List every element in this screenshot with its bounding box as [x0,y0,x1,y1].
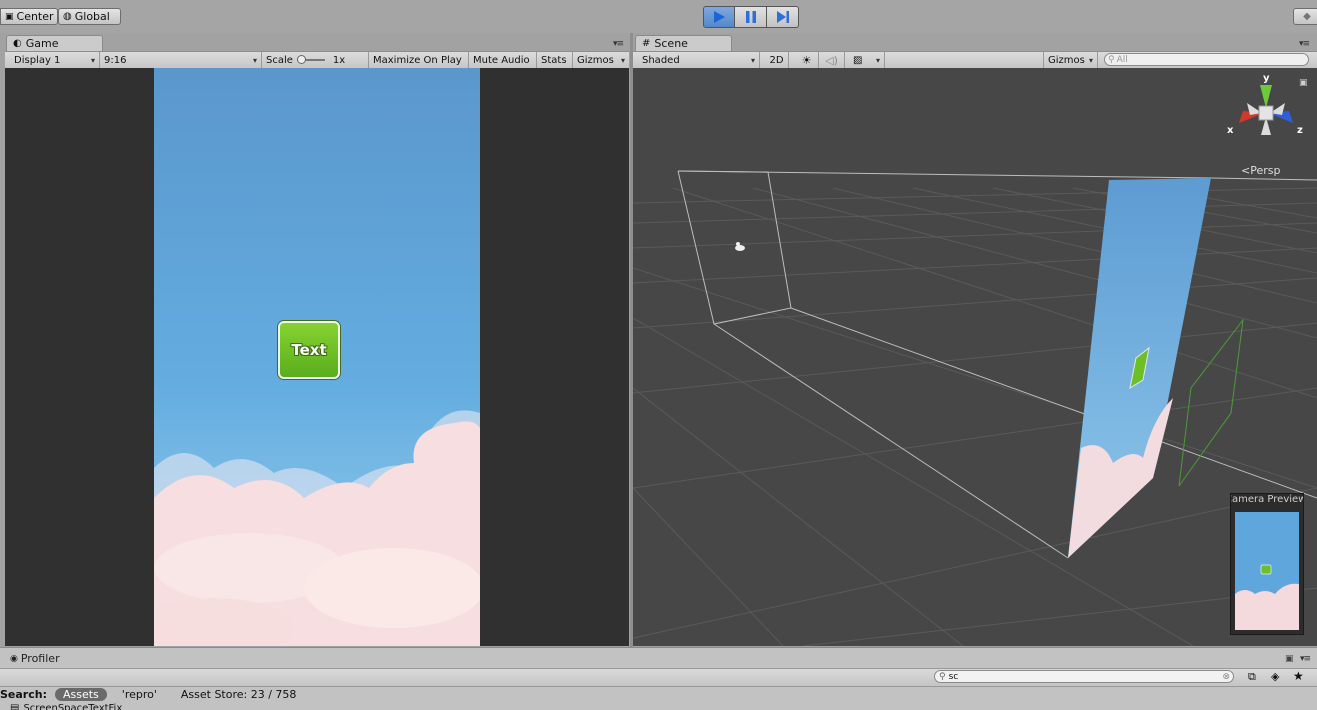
persp-label-wrap[interactable]: <Persp [1241,164,1280,177]
camera-preview-label: Camera Preview [1231,494,1303,505]
effects-dropdown[interactable]: ▨ [849,52,885,68]
scope-assets-chip[interactable]: Assets [54,687,107,701]
play-icon [714,11,725,23]
mode-2d-label: 2D [769,54,784,66]
axis-gizmo-icon [1239,85,1293,135]
shading-label: Shaded [642,54,680,66]
scene-orientation-gizmo[interactable]: y x z ▣ <Persp [1225,73,1308,177]
game-gizmos-label: Gizmos [577,54,614,66]
mode-2d-toggle[interactable]: 2D [765,52,789,68]
top-toolbar: ▣ Center ◍ Global ◆ [0,0,1317,33]
game-viewport[interactable]: Text [5,68,629,646]
game-gizmos-dropdown[interactable]: Gizmos [573,52,629,68]
scope-asset-store-chip[interactable]: Asset Store: 23 / 758 [181,688,297,701]
lighting-toggle[interactable]: ☀ [795,52,819,68]
pause-button[interactable] [735,6,767,28]
axis-y-label: y [1263,73,1270,84]
display-dropdown[interactable]: Display 1 [10,52,100,68]
pivot-global-button[interactable]: ◍ Global [58,8,121,25]
bottom-menu-icon[interactable]: ▾≡ [1300,654,1311,664]
scale-slider-thumb[interactable] [296,55,306,64]
sun-icon: ☀ [801,53,812,67]
pivot-icon: ▣ [5,11,14,22]
axis-z-label: z [1297,125,1303,136]
collab-button[interactable]: ◆ [1293,8,1317,25]
stats-toggle[interactable]: Stats [537,52,573,68]
game-panel: ◐ Game ▾≡ Display 1 9:16 Scale 1x Maximi… [0,33,631,647]
search-scope-label: Search: [0,687,47,701]
step-icon [776,11,789,23]
display-label: Display 1 [14,54,61,66]
scale-control: Scale 1x [262,52,369,68]
scene-search-icon: ⚲ [1108,54,1115,65]
scene-panel-menu-icon[interactable]: ▾≡ [1299,39,1310,49]
play-controls [703,6,799,28]
clear-search-icon[interactable]: ⊗ [1222,672,1230,682]
scene-search-box[interactable]: ⚲ All [1104,53,1309,66]
project-search-icon: ⚲ [939,671,946,682]
project-search-value: sc [948,671,959,682]
scene-viewport[interactable]: y x z ▣ <Persp Camera Preview [633,68,1317,646]
scene-render [633,170,1317,646]
globe-icon: ◍ [63,11,72,22]
pivot-center-button[interactable]: ▣ Center [0,8,58,25]
space-label: Global [74,10,110,23]
image-icon: ▨ [853,54,863,66]
scene-gizmos-dropdown[interactable]: Gizmos [1043,52,1098,68]
panel-menu-icon[interactable]: ▾≡ [613,39,624,49]
scene-tab-label: Scene [654,37,688,50]
project-toolbar: ⚲ sc ⊗ ⧉ ◈ ★ [0,668,1317,687]
filter-by-label-icon[interactable]: ◈ [1271,670,1279,683]
filter-by-type-icon[interactable]: ⧉ [1248,670,1256,684]
step-button[interactable] [767,6,799,28]
game-toolbar: Display 1 9:16 Scale 1x Maximize On Play… [5,51,629,69]
shading-dropdown[interactable]: Shaded [638,52,760,68]
profiler-icon: ◉ [10,653,18,664]
camera-preview-image [1235,512,1299,630]
persp-icon: < [1241,164,1251,177]
scale-slider[interactable] [296,55,325,65]
pause-icon [745,11,756,23]
tab-profiler[interactable]: ◉ Profiler [10,652,60,665]
camera-preview-title: Camera Preview [1231,494,1303,508]
scene-search-placeholder: All [1116,54,1128,65]
play-button[interactable] [703,6,735,28]
axis-x-label: x [1227,125,1234,136]
scale-label: Scale [266,54,293,66]
speaker-icon: ◁) [825,53,838,67]
ui-text-button[interactable]: Text [278,321,340,379]
stats-label: Stats [541,54,567,66]
maximize-on-play-toggle[interactable]: Maximize On Play [369,52,469,68]
profiler-tab-label: Profiler [20,652,60,665]
search-scope-bar: Search: Assets 'repro' Asset Store: 23 /… [0,686,1317,702]
maximize-label: Maximize On Play [373,54,462,66]
favorites-star-icon[interactable]: ★ [1293,669,1304,683]
bottom-panel: ◉ Profiler ▣ ▾≡ ⚲ sc ⊗ ⧉ ◈ ★ Search: Ass… [0,647,1317,710]
scene-tab-icon: # [642,38,651,49]
aspect-label: 9:16 [104,54,127,66]
camera-preview: Camera Preview [1230,493,1304,635]
lock-icon[interactable]: ▣ [1299,78,1308,88]
scale-value: 1x [332,54,346,66]
mute-audio-toggle[interactable]: Mute Audio [469,52,537,68]
bottom-lock-icon[interactable]: ▣ [1285,654,1294,664]
tab-scene[interactable]: # Scene [635,35,732,51]
scene-panel: # Scene ▾≡ Shaded 2D ☀ ◁) ▨ Gizmos ⚲ All [633,33,1317,647]
persp-label: Persp [1250,164,1281,177]
scope-repro-chip[interactable]: 'repro' [122,688,157,701]
pivot-label: Center [16,10,54,23]
mute-label: Mute Audio [473,54,530,66]
ui-text-button-label: Text [291,341,327,359]
game-tab-icon: ◐ [13,38,22,49]
project-search-field[interactable]: ⚲ sc ⊗ [934,670,1234,683]
scene-gizmos-label: Gizmos [1048,54,1085,66]
tab-game[interactable]: ◐ Game [6,35,103,51]
game-tab-label: Game [25,37,59,50]
scene-toolbar: Shaded 2D ☀ ◁) ▨ Gizmos ⚲ All [633,51,1317,69]
diamond-icon: ◆ [1303,11,1311,22]
audio-toggle[interactable]: ◁) [819,52,845,68]
aspect-dropdown[interactable]: 9:16 [100,52,262,68]
